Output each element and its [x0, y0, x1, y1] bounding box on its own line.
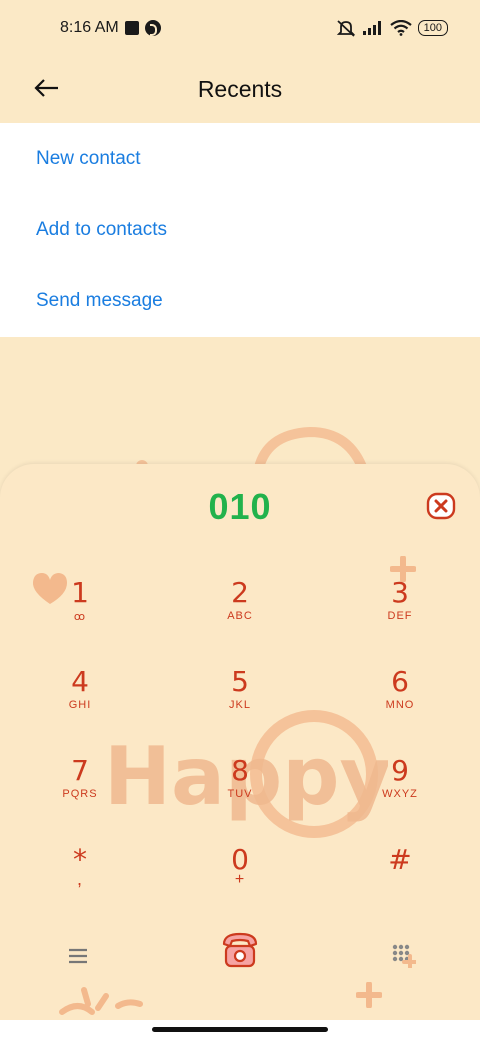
- sparkle-decoration-icon: [59, 987, 143, 1015]
- back-arrow-icon[interactable]: [30, 72, 62, 104]
- key-digit: 4: [71, 665, 89, 698]
- app-circle-icon: [144, 20, 161, 36]
- key-letters: JKL: [229, 699, 251, 711]
- status-time: 8:16 AM: [60, 19, 119, 36]
- key-digit: 7: [71, 754, 89, 787]
- menu-icon[interactable]: [66, 946, 90, 966]
- key-4[interactable]: 4 GHI: [20, 667, 140, 737]
- dialpad-grid-icon[interactable]: [390, 942, 416, 968]
- header: Recents: [0, 56, 480, 122]
- key-letters: PQRS: [62, 788, 98, 800]
- key-letters: ,: [76, 869, 83, 889]
- key-star[interactable]: * ,: [20, 845, 140, 915]
- key-6[interactable]: 6 MNO: [340, 667, 460, 737]
- status-bar: 8:16 AM 100: [0, 0, 480, 56]
- wifi-icon: [389, 20, 412, 36]
- key-digit: 5: [231, 665, 249, 698]
- battery-icon: 100: [417, 20, 448, 36]
- dialpad-panel: Happy 010 1 ꝏ 2 ABC 3 DEF 4 GHI 5 JKL 6 …: [0, 464, 480, 1020]
- key-letters: GHI: [68, 699, 92, 711]
- key-digit: 3: [391, 576, 409, 609]
- signal-icon: [362, 21, 381, 35]
- key-3[interactable]: 3 DEF: [340, 578, 460, 648]
- key-digit: #: [388, 843, 412, 876]
- key-digit: 2: [231, 576, 249, 609]
- key-digit: 8: [231, 754, 249, 787]
- key-digit: 6: [391, 665, 409, 698]
- nav-bar: [0, 1020, 480, 1040]
- key-9[interactable]: 9 WXYZ: [340, 756, 460, 826]
- page-title: Recents: [197, 75, 283, 102]
- dialed-number: 010: [208, 486, 272, 527]
- call-icon[interactable]: [220, 930, 260, 970]
- add-to-contacts-button[interactable]: Add to contacts: [0, 194, 480, 265]
- key-letters: ABC: [227, 610, 253, 622]
- key-1[interactable]: 1 ꝏ: [20, 578, 140, 648]
- key-0[interactable]: 0 +: [180, 845, 300, 915]
- recents-menu: New contact Add to contacts Send message: [0, 123, 480, 337]
- key-letters: MNO: [385, 699, 415, 711]
- new-contact-button[interactable]: New contact: [0, 123, 480, 194]
- key-8[interactable]: 8 TUV: [180, 756, 300, 826]
- key-letters: DEF: [387, 610, 413, 622]
- dialpad-bottom-bar: [0, 920, 480, 980]
- key-hash[interactable]: #: [340, 845, 460, 915]
- voicemail-icon: ꝏ: [73, 611, 87, 623]
- notification-square-icon: [124, 21, 139, 35]
- key-7[interactable]: 7 PQRS: [20, 756, 140, 826]
- home-handle[interactable]: [152, 1027, 328, 1032]
- send-message-button[interactable]: Send message: [0, 265, 480, 336]
- key-digit: 1: [71, 576, 89, 609]
- plus-decoration-small-icon: [356, 982, 382, 1008]
- mute-icon: [336, 20, 355, 37]
- backspace-icon[interactable]: [426, 492, 456, 520]
- key-5[interactable]: 5 JKL: [180, 667, 300, 737]
- key-letters: TUV: [227, 788, 253, 800]
- key-letters: +: [234, 871, 246, 888]
- key-letters: WXYZ: [382, 788, 418, 800]
- key-2[interactable]: 2 ABC: [180, 578, 300, 648]
- key-digit: 9: [391, 754, 409, 787]
